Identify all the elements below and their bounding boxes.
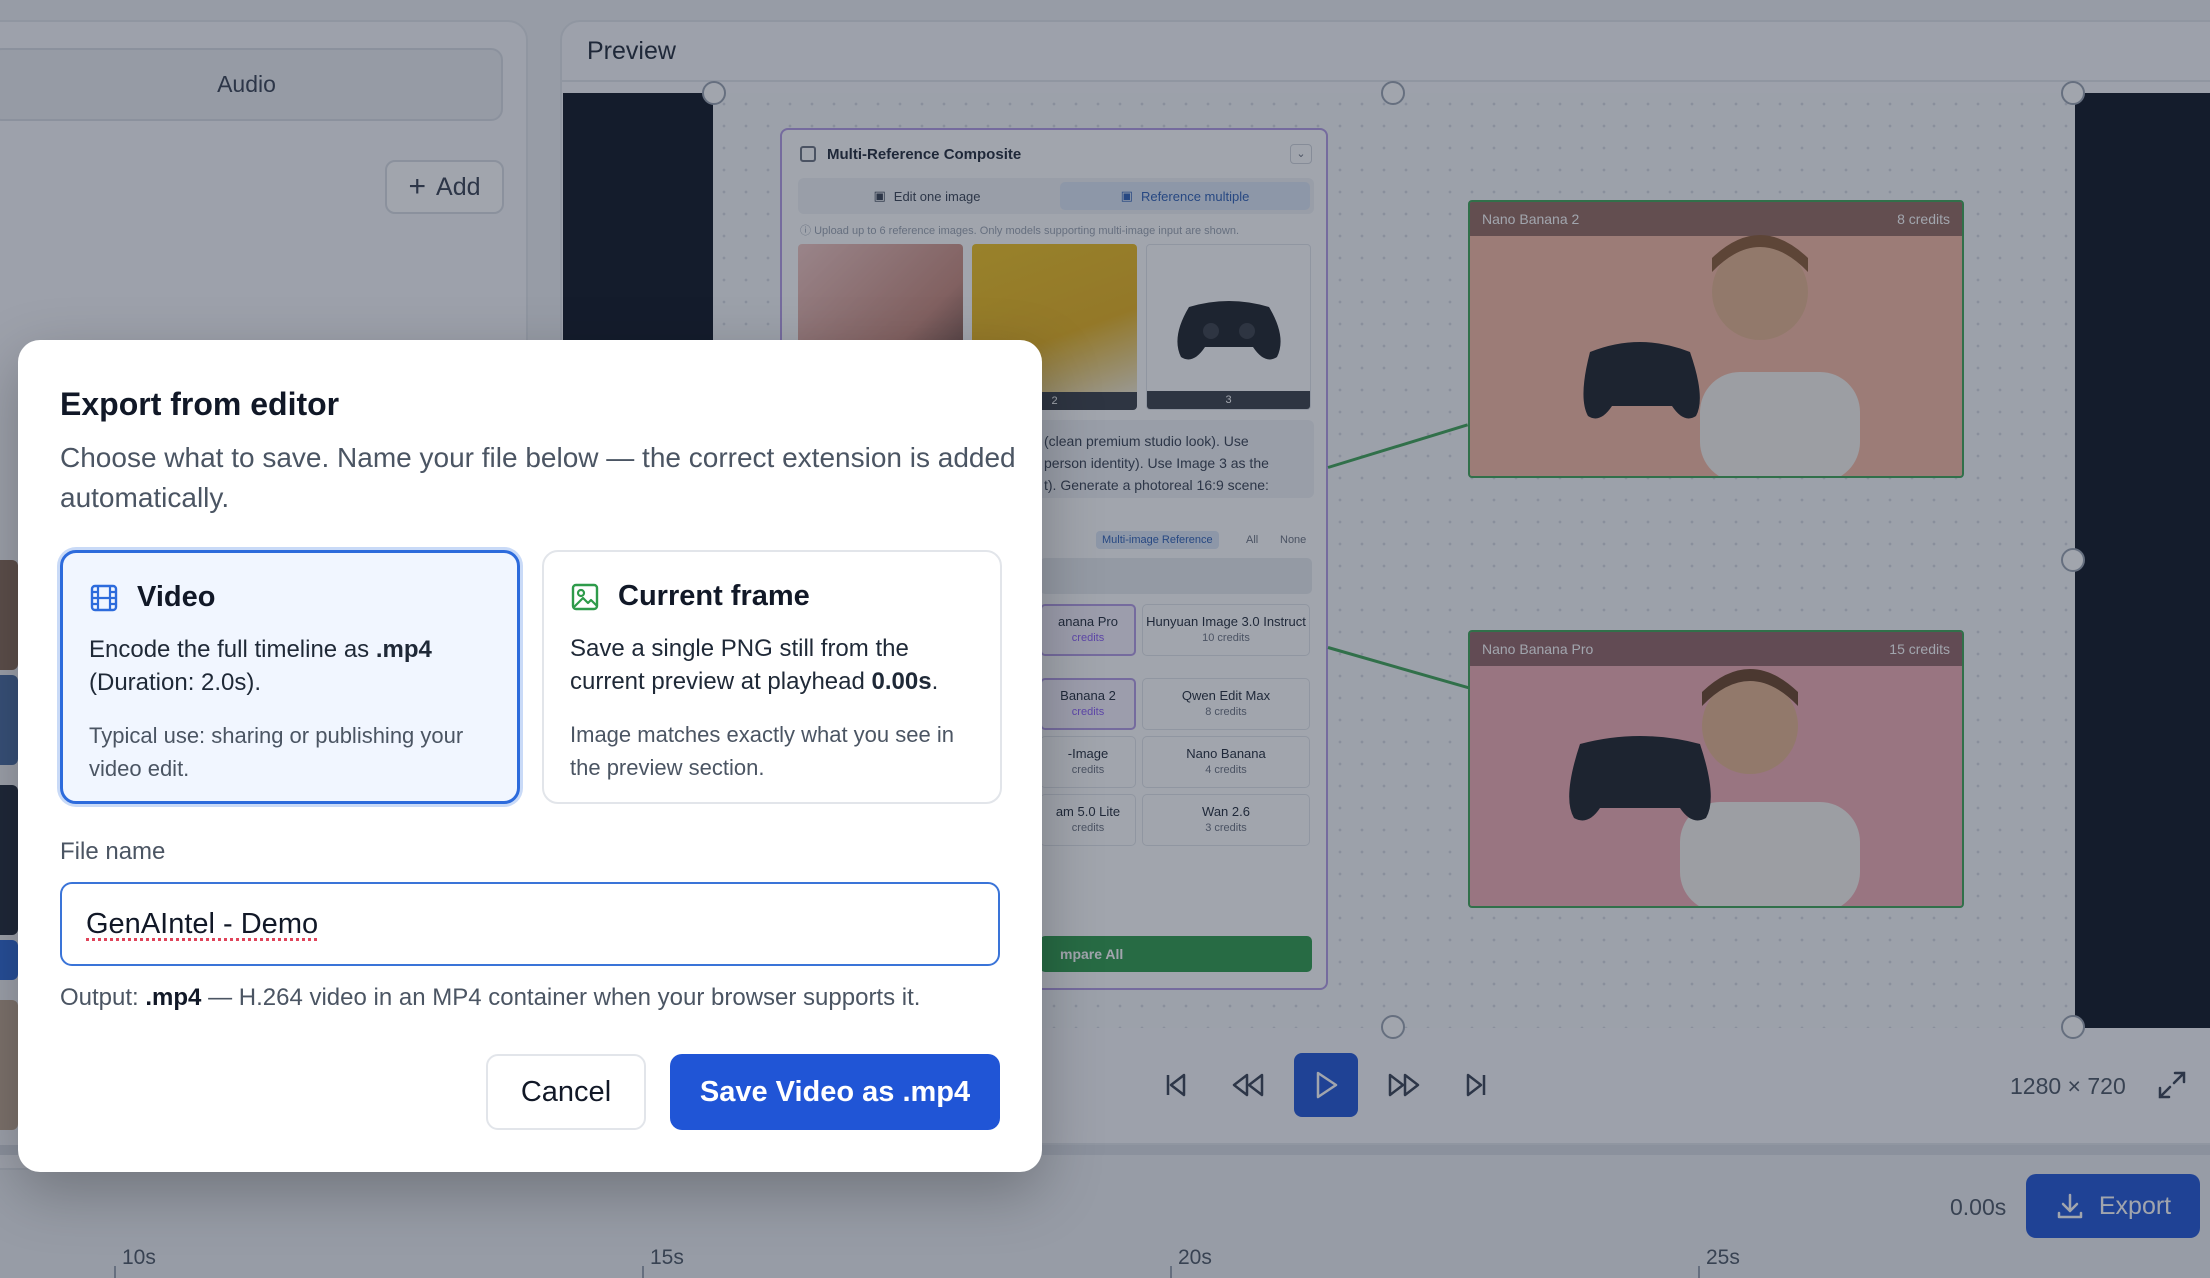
option-frame-title: Current frame: [618, 580, 810, 612]
cancel-button[interactable]: Cancel: [486, 1054, 646, 1130]
option-video-note: Typical use: sharing or publishing your …: [89, 723, 464, 781]
image-icon: [571, 583, 599, 611]
option-frame-body: Save a single PNG still from the current…: [570, 635, 939, 695]
output-note: Output: .mp4 — H.264 video in an MP4 con…: [60, 984, 921, 1011]
file-name-input[interactable]: [60, 882, 1000, 966]
option-current-frame[interactable]: Current frame Save a single PNG still fr…: [542, 550, 1002, 804]
save-video-button[interactable]: Save Video as .mp4: [670, 1054, 1000, 1130]
dialog-title: Export from editor: [60, 386, 340, 422]
dialog-description: Choose what to save. Name your file belo…: [60, 442, 1016, 513]
option-frame-note: Image matches exactly what you see in th…: [570, 722, 954, 780]
option-video-body: Encode the full timeline as .mp4 (Durati…: [89, 636, 432, 696]
film-icon: [90, 584, 118, 612]
option-video[interactable]: Video Encode the full timeline as .mp4 (…: [60, 550, 520, 804]
file-name-label: File name: [60, 838, 166, 865]
option-video-title: Video: [137, 581, 216, 613]
export-dialog: Export from editor Choose what to save. …: [18, 340, 1042, 1172]
